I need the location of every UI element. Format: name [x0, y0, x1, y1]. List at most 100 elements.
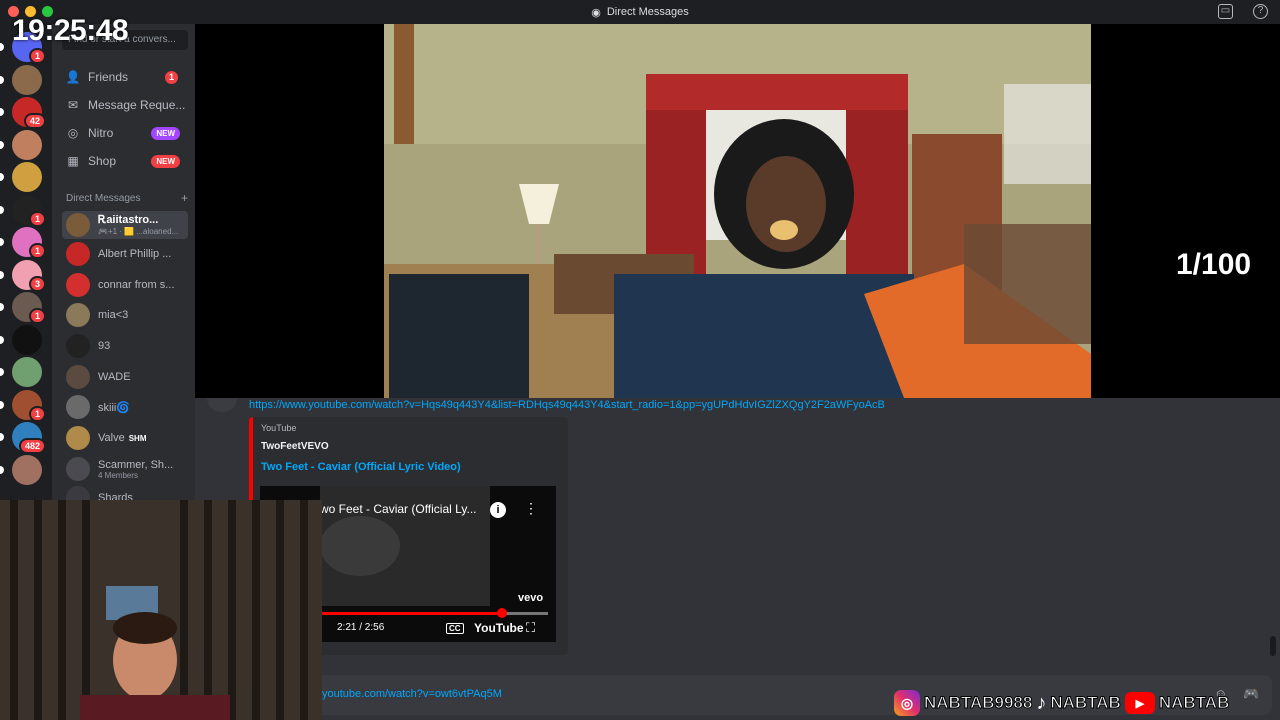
- add-dm-button[interactable]: +: [181, 192, 188, 204]
- nav-shop[interactable]: ▦ Shop NEW: [60, 148, 190, 174]
- discord-logo-icon: ◉: [591, 6, 601, 19]
- unread-indicator: [0, 75, 4, 84]
- avatar: [66, 395, 90, 419]
- more-options-icon[interactable]: ⋮: [524, 500, 538, 517]
- server-badge: 1: [28, 243, 46, 259]
- server-icon[interactable]: 1: [12, 292, 46, 324]
- nav-message-requests[interactable]: ✉ Message Reque...: [60, 92, 190, 118]
- instagram-icon: ◎: [894, 690, 920, 716]
- dm-item[interactable]: 93: [62, 332, 188, 360]
- server-icon[interactable]: [12, 357, 42, 387]
- second-youtube-link[interactable]: youtube.com/watch?v=owt6vtPAq5M: [322, 688, 502, 700]
- webcam-overlay: [0, 500, 322, 720]
- dm-subtext: 🎮+1 · 🟨 ...aloaned...: [98, 227, 179, 236]
- server-icon[interactable]: [12, 162, 42, 192]
- player-title[interactable]: wo Feet - Caviar (Official Ly...: [320, 502, 477, 516]
- dm-name: mia<3: [98, 309, 129, 321]
- unread-indicator: [0, 205, 4, 214]
- dm-item[interactable]: skiii🌀: [62, 393, 188, 421]
- dm-text: WADE: [98, 371, 131, 383]
- dm-item[interactable]: Valve SHM: [62, 424, 188, 452]
- friends-badge: 1: [165, 70, 178, 84]
- youtube-link[interactable]: https://www.youtube.com/watch?v=Hqs49q44…: [249, 399, 885, 411]
- youtube-logo[interactable]: YouTube: [474, 621, 524, 635]
- nav-nitro[interactable]: ◎ Nitro NEW: [60, 120, 190, 146]
- dm-subtext: 4 Members: [98, 470, 139, 480]
- unread-indicator: [0, 108, 4, 116]
- unread-indicator: [0, 335, 4, 344]
- progress-fill: [320, 612, 503, 615]
- dm-name: Ꭱaiitastro...: [98, 214, 159, 226]
- count-overlay: 1/100: [1176, 248, 1252, 281]
- unread-indicator: [0, 400, 4, 409]
- dm-name: Valve: [98, 432, 125, 444]
- server-icon[interactable]: 42: [12, 97, 46, 129]
- youtube-handle: NABTAB: [1158, 693, 1230, 713]
- server-badge: 482: [18, 438, 46, 454]
- progress-bar[interactable]: [320, 608, 548, 618]
- server-badge: 1: [28, 48, 46, 64]
- embed-author[interactable]: TwoFeetVEVO: [261, 441, 329, 452]
- nav-friends[interactable]: 👤 Friends 1: [60, 64, 190, 90]
- new-badge: NEW: [151, 154, 180, 168]
- server-icon[interactable]: 3: [12, 259, 46, 292]
- server-icon[interactable]: [12, 324, 42, 355]
- server-icon[interactable]: 1: [12, 227, 46, 259]
- unread-indicator: [0, 140, 4, 149]
- vevo-logo: vevo: [518, 592, 544, 604]
- social-handles-overlay: ◎ NABTAB9988 ♪ NABTAB ▶ NABTAB: [894, 688, 1230, 718]
- dm-item[interactable]: mia<3: [62, 301, 188, 329]
- unread-indicator: [0, 173, 4, 181]
- nav-label: Friends: [88, 70, 129, 84]
- server-icon[interactable]: [12, 454, 42, 485]
- server-icon[interactable]: 1: [12, 194, 46, 227]
- dm-name: WADE: [98, 371, 131, 383]
- dm-name: Scammer, Sh...: [98, 458, 174, 471]
- unread-indicator: [0, 43, 4, 51]
- dm-item[interactable]: connar from s...: [62, 271, 188, 299]
- help-icon[interactable]: ?: [1253, 4, 1268, 19]
- game-icon[interactable]: 🎮: [1243, 686, 1259, 702]
- dm-text: mia<3: [98, 309, 128, 321]
- dm-item[interactable]: Albert Phillip ...: [62, 240, 188, 268]
- streamer-webcam-image: [0, 500, 322, 720]
- dm-text: connar from s...: [98, 279, 174, 291]
- avatar: [66, 457, 90, 481]
- unread-indicator: [0, 433, 4, 441]
- clan-tag: SHM: [128, 433, 147, 443]
- avatar: [66, 426, 90, 450]
- new-badge: NEW: [151, 126, 180, 140]
- avatar: [66, 365, 90, 389]
- server-icon[interactable]: [12, 64, 42, 95]
- inbox-icon[interactable]: ▭: [1218, 4, 1233, 19]
- embed-title[interactable]: Two Feet - Caviar (Official Lyric Video): [261, 461, 461, 473]
- server-icon[interactable]: 1: [12, 389, 46, 422]
- fullscreen-icon[interactable]: ⛶: [526, 620, 535, 636]
- nav-label: Message Reque...: [88, 98, 186, 112]
- dm-text: skiii🌀: [98, 401, 130, 414]
- server-icon[interactable]: [12, 129, 42, 160]
- dm-item[interactable]: WADE: [62, 363, 188, 391]
- reaction-video-frame: [384, 24, 1091, 398]
- avatar: [66, 273, 90, 297]
- title-bar: ◉ Direct Messages ▭ ?: [0, 0, 1280, 24]
- info-icon[interactable]: i: [490, 502, 506, 518]
- dm-text: Ꭱaiitastro... 🎮+1 · 🟨 ...aloaned...: [98, 214, 178, 236]
- window-title: Direct Messages: [606, 6, 689, 18]
- dm-item[interactable]: Ꭱaiitastro... 🎮+1 · 🟨 ...aloaned...: [62, 211, 188, 239]
- server-badge: 1: [28, 210, 46, 227]
- dm-item[interactable]: Scammer, Sh... 4 Members: [62, 455, 188, 483]
- dm-text: Valve: [98, 432, 125, 444]
- dm-section-title: Direct Messages: [66, 193, 141, 204]
- unread-indicator: [0, 368, 4, 376]
- unread-indicator: [0, 303, 4, 311]
- tiktok-icon: ♪: [1036, 691, 1047, 714]
- scrollbar[interactable]: [1270, 636, 1276, 656]
- unread-indicator: [0, 465, 4, 474]
- captions-button[interactable]: CC: [446, 623, 464, 634]
- embed-provider[interactable]: YouTube: [261, 423, 296, 433]
- server-icon[interactable]: 482: [12, 422, 46, 454]
- friends-icon: 👤: [65, 70, 81, 84]
- nitro-icon: ◎: [67, 126, 79, 140]
- avatar: [66, 303, 90, 327]
